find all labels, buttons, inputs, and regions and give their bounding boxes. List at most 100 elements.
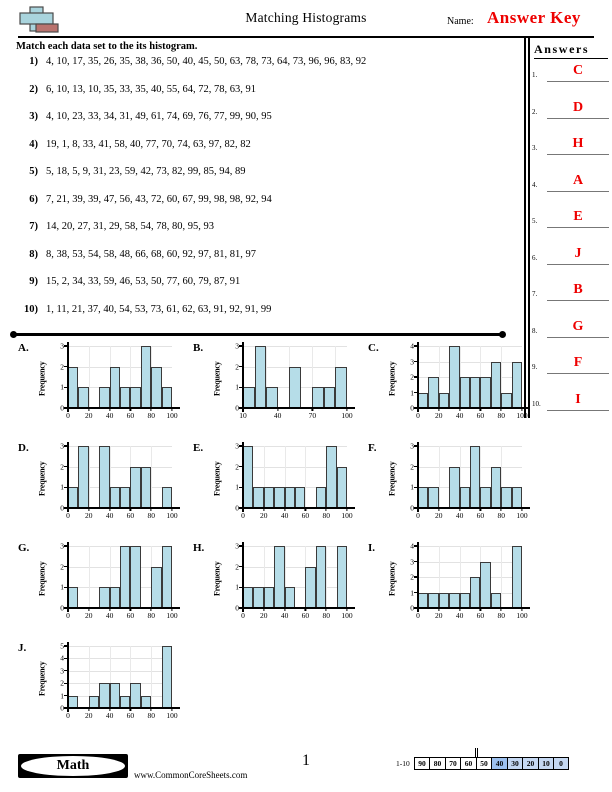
gridline	[243, 546, 347, 547]
x-axis-tick-label: 20	[85, 411, 93, 420]
answer-blank[interactable]: J	[547, 246, 609, 265]
answer-blank[interactable]: B	[547, 282, 609, 301]
histogram-bar	[109, 587, 120, 608]
answer-row[interactable]: 7. B	[532, 282, 610, 301]
x-axis-tick-label: 100	[341, 511, 353, 520]
x-axis-tick-label: 100	[516, 611, 528, 620]
histogram-bar	[289, 366, 301, 408]
y-axis-tick	[64, 486, 68, 488]
problem-number: 8)	[29, 248, 38, 260]
problem-row: 1) 4, 10, 17, 35, 26, 35, 38, 36, 50, 40,…	[16, 56, 516, 84]
answer-number: 4.	[532, 180, 538, 189]
answer-blank[interactable]: F	[547, 355, 609, 374]
answer-blank[interactable]: H	[547, 136, 609, 155]
answer-blank[interactable]: I	[547, 392, 609, 411]
x-axis-tick-label: 80	[497, 611, 505, 620]
problem-row: 6) 7, 21, 39, 39, 47, 56, 43, 72, 60, 67,…	[16, 194, 516, 222]
section-divider	[10, 331, 506, 338]
x-axis-tick	[521, 508, 523, 511]
page-header: Matching Histograms Name: Answer Key	[0, 0, 612, 40]
answer-blank[interactable]: E	[547, 209, 609, 228]
x-axis-tick	[417, 508, 419, 511]
answer-row[interactable]: 9. F	[532, 355, 610, 374]
x-axis-tick	[325, 608, 327, 611]
answer-row[interactable]: 3. H	[532, 136, 610, 155]
x-axis-tick-label: 100	[166, 711, 178, 720]
histogram-bar	[511, 546, 522, 608]
answer-row[interactable]: 6. J	[532, 246, 610, 265]
x-axis-tick-label: 100	[166, 611, 178, 620]
answer-row[interactable]: 4. A	[532, 173, 610, 192]
y-axis-title: Frequency	[212, 461, 222, 497]
histogram-b: B. Frequency 0 1 2 3 10 40 70 100	[185, 340, 360, 440]
histogram-e: E. Frequency 0 1 2 3 0 20 40 60 80 100	[185, 440, 360, 540]
x-axis-tick-label: 100	[166, 411, 178, 420]
histogram-bar	[78, 446, 89, 508]
x-axis-tick-label: 0	[241, 511, 245, 520]
problem-number: 4)	[29, 138, 38, 150]
x-axis-tick	[346, 508, 348, 511]
y-axis-tick	[64, 645, 68, 647]
x-axis-line	[239, 407, 355, 409]
problem-row: 3) 4, 10, 23, 33, 34, 31, 49, 61, 74, 69,…	[16, 111, 516, 139]
y-axis-title: Frequency	[387, 461, 397, 497]
histogram-bar	[315, 546, 327, 608]
y-axis-tick	[414, 466, 418, 468]
gridline	[68, 658, 172, 660]
name-label: Name:	[447, 16, 474, 27]
y-axis-title: Frequency	[212, 361, 222, 397]
y-axis-title: Frequency	[212, 561, 222, 597]
answer-blank[interactable]: G	[547, 319, 609, 338]
x-axis-line	[239, 607, 355, 609]
plot-canvas: 0 1 2 3 0 20 40 60 80 100	[410, 442, 530, 520]
histogram-bar	[335, 366, 347, 408]
answer-row[interactable]: 10. I	[532, 392, 610, 411]
y-axis-tick	[64, 386, 68, 388]
histogram-bar	[68, 487, 79, 508]
answer-blank[interactable]: C	[547, 63, 609, 82]
problem-dataset: 4, 10, 17, 35, 26, 35, 38, 36, 50, 40, 4…	[46, 56, 367, 67]
histogram-f: F. Frequency 0 1 2 3 0 20 40 60 80 100	[360, 440, 535, 540]
x-axis-tick-label: 40	[273, 411, 282, 420]
histogram-bar	[490, 592, 502, 608]
x-axis-tick	[284, 508, 286, 511]
x-axis-tick-label: 100	[516, 511, 528, 520]
histogram-bar	[254, 346, 267, 408]
x-axis-tick-label: 20	[435, 611, 443, 620]
x-axis-tick-label: 80	[147, 711, 155, 720]
answer-row[interactable]: 8. G	[532, 319, 610, 338]
histogram-bar	[99, 446, 110, 508]
x-axis-tick	[500, 608, 502, 611]
histogram-bar	[140, 466, 152, 508]
histogram-label: B.	[193, 342, 204, 354]
x-axis-tick	[150, 608, 152, 611]
histogram-label: E.	[193, 442, 204, 454]
x-axis-tick	[417, 408, 419, 411]
histogram-bar	[480, 561, 491, 608]
problem-number: 2)	[29, 83, 38, 95]
x-axis-tick	[311, 408, 313, 411]
problem-dataset: 4, 10, 23, 33, 34, 31, 49, 61, 74, 69, 7…	[46, 111, 272, 122]
x-axis-tick	[242, 508, 244, 511]
x-axis-tick-label: 40	[105, 511, 114, 520]
answer-blank[interactable]: D	[547, 100, 609, 119]
x-axis-tick-label: 60	[126, 711, 135, 720]
histogram-bar	[428, 487, 439, 508]
answer-row[interactable]: 5. E	[532, 209, 610, 228]
problem-number: 5)	[29, 166, 38, 177]
histogram-label: C.	[368, 342, 379, 354]
x-axis-tick-label: 100	[166, 511, 178, 520]
gridline	[418, 361, 522, 363]
answer-row[interactable]: 2. D	[532, 100, 610, 119]
y-axis-tick	[64, 682, 68, 684]
histogram-bar	[161, 546, 172, 608]
x-axis-tick	[129, 508, 131, 511]
x-axis-tick-label: 80	[497, 411, 505, 420]
answer-number: 2.	[532, 107, 538, 116]
answer-row[interactable]: 1. C	[532, 63, 610, 82]
x-axis-tick-label: 80	[147, 511, 155, 520]
histogram-bar	[428, 377, 439, 408]
histogram-bar	[120, 487, 131, 508]
histogram-bar	[161, 487, 172, 508]
answer-blank[interactable]: A	[547, 173, 609, 192]
